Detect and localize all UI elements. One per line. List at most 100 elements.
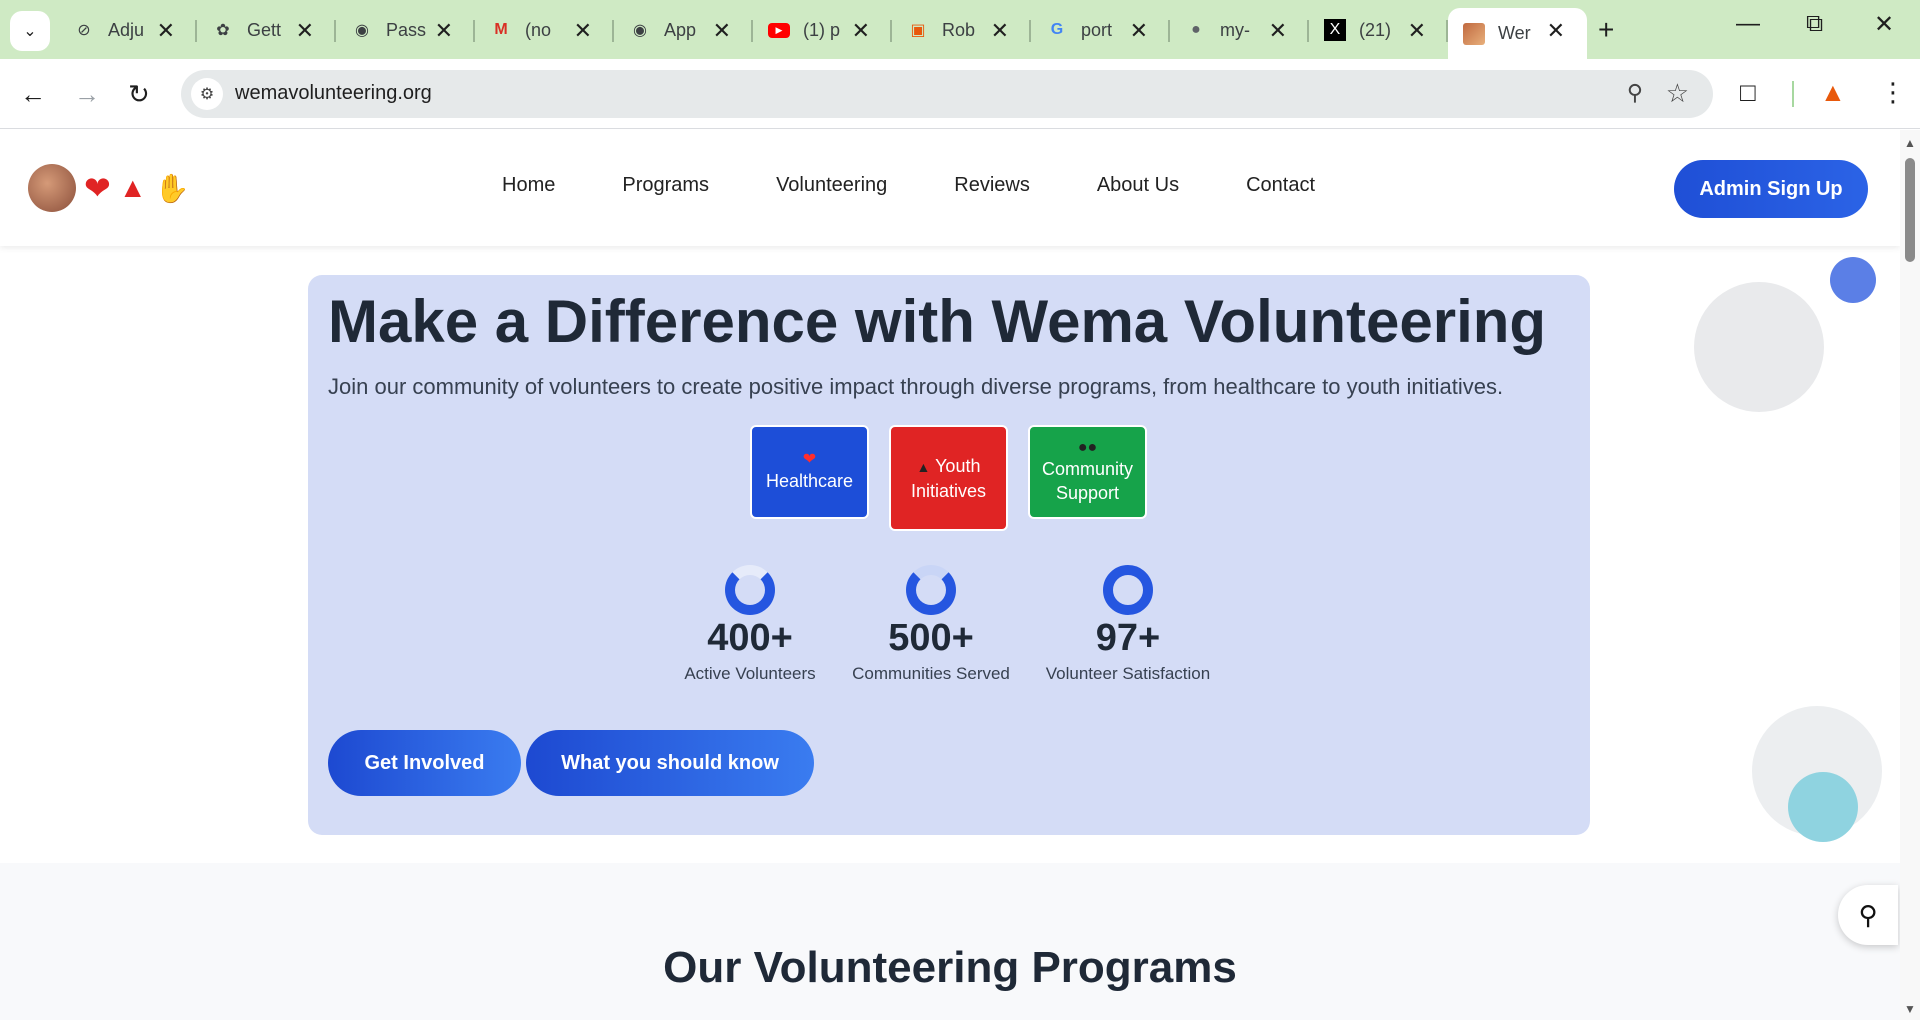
- close-icon[interactable]: ✕: [574, 18, 592, 44]
- tab[interactable]: M (no ✕: [475, 8, 614, 52]
- tab[interactable]: ● my- ✕: [1170, 8, 1309, 52]
- forward-icon[interactable]: →: [74, 79, 100, 110]
- gmail-icon: M: [494, 21, 508, 38]
- code-search-icon[interactable]: ⚲: [1838, 885, 1898, 945]
- browser-toolbar: ← → ↻ ⚙ wemavolunteering.org ⚲ ☆ □ ▲ ⋮: [0, 59, 1920, 129]
- hero-subtitle: Join our community of volunteers to crea…: [328, 374, 1504, 399]
- close-icon[interactable]: ✕: [852, 18, 870, 44]
- card-label: Community Support: [1041, 459, 1134, 503]
- decor-circle: [1694, 282, 1824, 412]
- progress-ring: [725, 565, 775, 615]
- scroll-up-icon[interactable]: ▲: [1904, 136, 1916, 150]
- what-you-should-know-button[interactable]: What you should know: [526, 730, 814, 796]
- tab[interactable]: X (21) ✕: [1309, 8, 1448, 52]
- close-icon[interactable]: ✕: [1269, 18, 1287, 44]
- tab-list: ⊘ Adju ✕ ✿ Gett ✕ ◉ Pass ✕ M (no ✕ ◉ App…: [58, 8, 1587, 59]
- toolbar-divider: [1792, 81, 1794, 107]
- tab[interactable]: ⊘ Adju ✕: [58, 8, 197, 52]
- page-scrollbar[interactable]: ▲ ▼: [1900, 130, 1920, 1020]
- google-icon: G: [1050, 21, 1064, 38]
- stat-volunteer-satisfaction: 97+ Volunteer Satisfaction: [1028, 565, 1228, 684]
- close-icon[interactable]: ✕: [435, 18, 453, 44]
- nav-volunteering[interactable]: Volunteering: [776, 174, 887, 197]
- tab[interactable]: ▣ Rob ✕: [892, 8, 1031, 52]
- stat-label: Communities Served: [852, 664, 1010, 683]
- site-header: ❤ ▲ ✋ Home Programs Volunteering Reviews…: [0, 130, 1900, 246]
- extensions-icon[interactable]: □: [1740, 77, 1756, 108]
- nav-contact[interactable]: Contact: [1246, 174, 1315, 197]
- scrollbar-thumb[interactable]: [1905, 158, 1915, 262]
- admin-sign-up-button[interactable]: Admin Sign Up: [1674, 160, 1868, 218]
- address-bar[interactable]: ⚙ wemavolunteering.org ⚲ ☆: [181, 70, 1713, 118]
- zoom-icon[interactable]: ⚲: [1627, 80, 1643, 106]
- nav-home[interactable]: Home: [502, 174, 555, 197]
- people-icon: ●●: [1077, 439, 1098, 456]
- site-logo[interactable]: ❤ ▲ ✋: [28, 164, 189, 212]
- reload-icon[interactable]: ↻: [128, 79, 150, 110]
- site-favicon: [1462, 22, 1486, 46]
- youtube-icon: ▶: [767, 18, 791, 42]
- logo-avatar: [28, 164, 76, 212]
- new-tab-button[interactable]: +: [1598, 14, 1614, 46]
- tab-title: (no: [525, 19, 552, 40]
- tab-strip: ⌄ ⊘ Adju ✕ ✿ Gett ✕ ◉ Pass ✕ M (no ✕ ◉ A…: [0, 0, 1920, 59]
- close-icon[interactable]: ✕: [991, 18, 1009, 44]
- program-cards: ❤ Healthcare ▲ Youth Initiatives ●● Comm…: [750, 425, 1147, 531]
- nav-about-us[interactable]: About Us: [1097, 174, 1179, 197]
- menu-icon[interactable]: ⋮: [1880, 77, 1906, 108]
- close-icon[interactable]: ✕: [296, 18, 314, 44]
- close-icon[interactable]: ✕: [1547, 18, 1565, 44]
- stat-value: 500+: [888, 617, 974, 659]
- x-icon: X: [1323, 18, 1347, 42]
- progress-ring: [906, 565, 956, 615]
- close-icon[interactable]: ✕: [1408, 18, 1426, 44]
- card-label: ▲ Youth Initiatives: [891, 454, 1006, 503]
- hero-title: Make a Difference with Wema Volunteering: [328, 288, 1547, 355]
- profile-extension-icon[interactable]: ▲: [1820, 77, 1846, 108]
- stat-communities-served: 500+ Communities Served: [831, 565, 1031, 684]
- scroll-down-icon[interactable]: ▼: [1904, 1002, 1916, 1016]
- tab-title: port: [1081, 19, 1113, 40]
- tab-search-button[interactable]: ⌄: [10, 11, 50, 51]
- site-info-icon[interactable]: ⚙: [191, 78, 223, 110]
- nav-programs[interactable]: Programs: [622, 174, 709, 197]
- restore-icon[interactable]: ⧉: [1806, 10, 1823, 38]
- tab[interactable]: G port ✕: [1031, 8, 1170, 52]
- minimize-icon[interactable]: —: [1736, 10, 1760, 38]
- healthcare-card[interactable]: ❤ Healthcare: [750, 425, 869, 519]
- url-text[interactable]: wemavolunteering.org: [235, 82, 432, 105]
- close-icon[interactable]: ✕: [1130, 18, 1148, 44]
- decor-circle: [1830, 257, 1876, 303]
- decor-circle: [1788, 772, 1858, 842]
- youth-initiatives-card[interactable]: ▲ Youth Initiatives: [889, 425, 1008, 531]
- tab-title: Adju: [108, 19, 145, 40]
- tab[interactable]: ▶ (1) p ✕: [753, 8, 892, 52]
- close-window-icon[interactable]: ✕: [1874, 10, 1894, 39]
- heart-icon: ❤: [84, 170, 111, 206]
- stat-value: 400+: [707, 617, 793, 659]
- tab[interactable]: ◉ Pass ✕: [336, 8, 475, 52]
- tab-active[interactable]: Wer ✕: [1448, 8, 1587, 59]
- progress-ring: [1103, 565, 1153, 615]
- tab-title: Wer: [1498, 23, 1531, 43]
- bookmark-star-icon[interactable]: ☆: [1666, 78, 1689, 109]
- stat-value: 97+: [1095, 617, 1161, 659]
- get-involved-button[interactable]: Get Involved: [328, 730, 521, 796]
- hero-section: Make a Difference with Wema Volunteering…: [308, 275, 1590, 835]
- handshake-icon: ✋: [154, 172, 190, 204]
- community-support-card[interactable]: ●● Community Support: [1028, 425, 1147, 519]
- back-icon[interactable]: ←: [20, 79, 46, 110]
- perplexity-icon: ⊘: [77, 22, 91, 39]
- tab[interactable]: ✿ Gett ✕: [197, 8, 336, 52]
- section-title: Our Volunteering Programs: [663, 943, 1237, 992]
- tab[interactable]: ◉ App ✕: [614, 8, 753, 52]
- tab-title: Pass: [386, 19, 426, 40]
- graduation-cap-icon: ▲: [916, 458, 931, 475]
- nav-reviews[interactable]: Reviews: [954, 174, 1030, 197]
- close-icon[interactable]: ✕: [713, 18, 731, 44]
- chevron-down-icon: ⌄: [23, 23, 37, 40]
- card-label: Healthcare: [765, 471, 854, 491]
- close-icon[interactable]: ✕: [157, 18, 175, 44]
- roblox-icon: ▣: [910, 22, 926, 39]
- github-icon: ◉: [355, 22, 369, 39]
